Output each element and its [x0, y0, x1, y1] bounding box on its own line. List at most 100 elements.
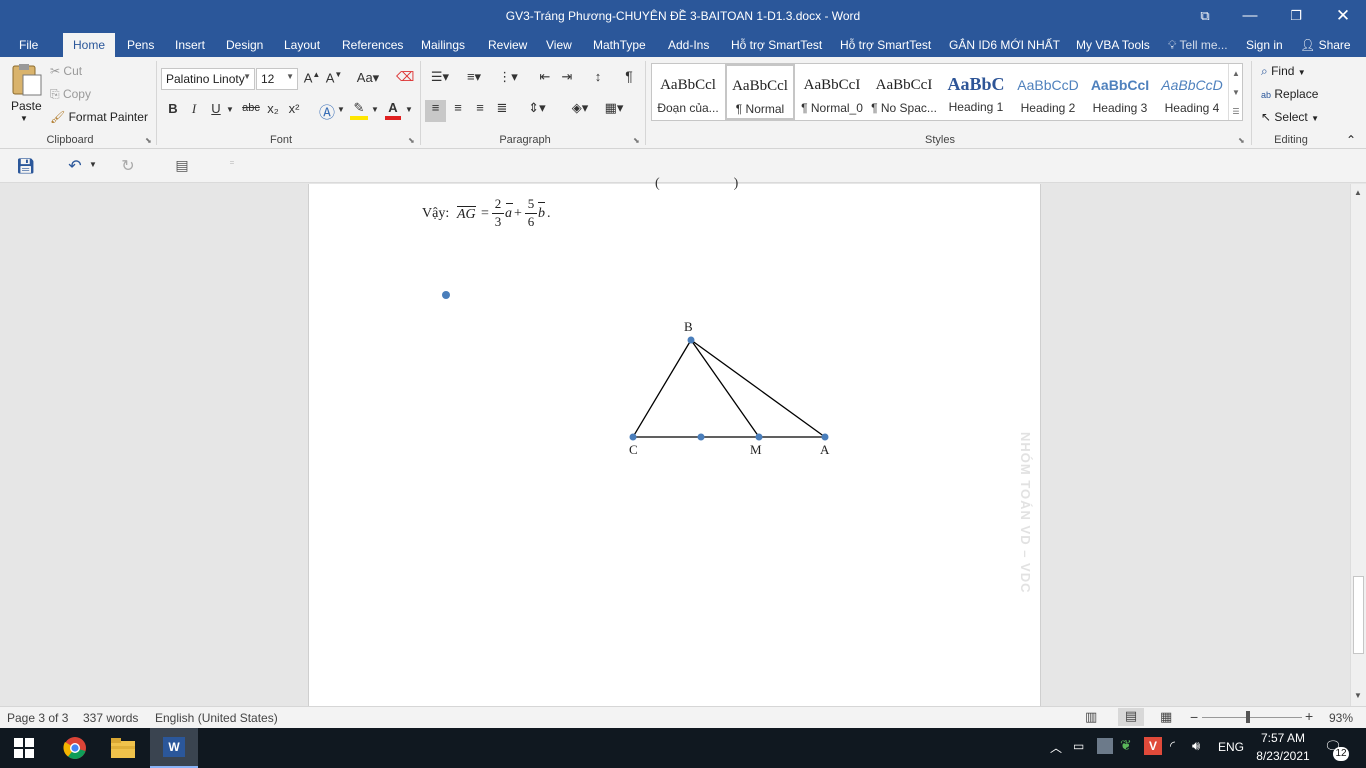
increase-indent-icon[interactable]: ⇥ [558, 69, 576, 85]
italic-button[interactable]: I [187, 101, 201, 117]
read-mode-icon[interactable]: ▤ [172, 157, 192, 174]
restore-button[interactable]: ❐ [1273, 0, 1319, 33]
style-doan-cua[interactable]: AaBbCcl Đoạn của... [653, 65, 723, 119]
align-center-icon[interactable]: ≡ [449, 100, 467, 115]
volume-icon[interactable]: 🔊︎ [1192, 738, 1200, 754]
subscript-button[interactable]: x₂ [265, 101, 281, 116]
style-heading-4[interactable]: AaBbCcD Heading 4 [1157, 65, 1227, 119]
style-heading-3[interactable]: AaBbCcI Heading 3 [1085, 65, 1155, 119]
tab-file[interactable]: File [19, 38, 38, 52]
tab-view[interactable]: View [546, 38, 572, 52]
align-left-icon[interactable]: ≡ [425, 100, 446, 122]
paste-dropdown-icon[interactable]: ▼ [20, 114, 28, 123]
scroll-up-icon[interactable]: ▲ [1354, 188, 1362, 197]
customize-qat-icon[interactable]: = [226, 158, 238, 167]
minimize-button[interactable]: — [1227, 0, 1273, 33]
zoom-slider-thumb[interactable] [1246, 711, 1251, 723]
tab-smarttest-1[interactable]: Hỗ trợ SmartTest [731, 38, 822, 52]
numbering-icon[interactable]: ≡▾ [460, 69, 488, 85]
word-taskbar-button[interactable]: W [150, 728, 198, 768]
collapse-ribbon-icon[interactable]: ⌃ [1346, 133, 1356, 147]
word-count[interactable]: 337 words [83, 711, 138, 725]
format-painter-button[interactable]: 🖌︎ Format Painter [50, 110, 148, 124]
tray-app-icon[interactable] [1097, 738, 1113, 754]
more-styles-icon[interactable]: ☰ [1229, 102, 1243, 121]
style-heading-2[interactable]: AaBbCcD Heading 2 [1013, 65, 1083, 119]
file-explorer-icon[interactable] [111, 738, 135, 758]
chevron-down-icon[interactable]: ▼ [1229, 83, 1243, 102]
battery-icon[interactable]: ▭ [1073, 739, 1084, 753]
align-right-icon[interactable]: ≡ [471, 100, 489, 115]
chevron-down-icon[interactable]: ▼ [405, 105, 413, 114]
copy-button[interactable]: ⎘ Copy [50, 87, 91, 102]
tab-mathtype[interactable]: MathType [593, 38, 646, 52]
zoom-in-icon[interactable]: + [1305, 708, 1313, 724]
bold-button[interactable]: B [166, 101, 180, 116]
zoom-level[interactable]: 93% [1329, 711, 1353, 725]
strikethrough-button[interactable]: abc [239, 102, 263, 114]
language-indicator[interactable]: English (United States) [155, 711, 278, 725]
tab-home[interactable]: Home [63, 33, 116, 58]
sort-icon[interactable]: ↕ [589, 69, 607, 84]
windows-start-icon[interactable] [14, 738, 34, 758]
sign-in-link[interactable]: Sign in [1246, 38, 1283, 52]
web-layout-icon[interactable]: ▦ [1160, 709, 1172, 725]
ribbon-display-options-icon[interactable]: ⧉ [1182, 0, 1228, 33]
highlight-icon[interactable]: ✎ [350, 100, 368, 120]
shading-icon[interactable]: ◈▾ [566, 100, 594, 116]
superscript-button[interactable]: x² [286, 101, 302, 116]
line-spacing-icon[interactable]: ⇕▾ [523, 100, 551, 116]
chevron-down-icon[interactable]: ▼ [337, 105, 345, 114]
tell-me-search[interactable]: 💡︎ Tell me... [1168, 38, 1228, 53]
undo-icon[interactable]: ↶ [64, 156, 86, 176]
chevron-down-icon[interactable]: ▼ [88, 160, 98, 169]
tab-pens[interactable]: Pens [127, 38, 154, 52]
tab-references[interactable]: References [342, 38, 403, 52]
bullets-icon[interactable]: ☰▾ [426, 69, 454, 85]
shrink-font-icon[interactable]: A▼ [325, 70, 343, 85]
tab-gan-id6[interactable]: GẮN ID6 MỚI NHẤT [949, 38, 1060, 52]
tab-layout[interactable]: Layout [284, 38, 320, 52]
paste-icon[interactable] [9, 63, 43, 97]
page-count[interactable]: Page 3 of 3 [7, 711, 68, 725]
close-button[interactable]: ✕ [1320, 0, 1366, 33]
clipboard-launcher-icon[interactable]: ⬊ [145, 136, 152, 145]
vertical-scrollbar[interactable]: ▲ ▼ [1350, 184, 1366, 706]
wifi-icon[interactable]: ◜ [1170, 738, 1175, 754]
redo-icon[interactable]: ↻ [119, 156, 137, 176]
font-name-combo[interactable]: Palatino Linoty ▼ [161, 68, 255, 90]
style-normal-0[interactable]: AaBbCcI ¶ Normal_0 [797, 65, 867, 119]
find-button[interactable]: ⌕ Find ▼ [1261, 64, 1306, 79]
style-normal[interactable]: AaBbCcl ¶ Normal [725, 64, 795, 120]
tab-my-vba-tools[interactable]: My VBA Tools [1076, 38, 1150, 52]
tray-leaf-icon[interactable]: ❦ [1120, 737, 1132, 754]
chrome-icon[interactable] [63, 736, 87, 760]
share-button[interactable]: 👤︎ Share [1300, 38, 1351, 52]
document-page[interactable]: ( ) Vậy: AG = 2 3 a + 5 6 b . B C M A NH… [308, 176, 1041, 706]
tab-review[interactable]: Review [488, 38, 527, 52]
chevron-down-icon[interactable]: ▼ [225, 105, 235, 114]
tab-mailings[interactable]: Mailings [421, 38, 465, 52]
read-mode-icon[interactable]: ▥ [1085, 709, 1097, 725]
multilevel-list-icon[interactable]: ⋮▾ [494, 69, 522, 85]
borders-icon[interactable]: ▦▾ [600, 100, 628, 116]
zoom-slider[interactable] [1202, 711, 1302, 723]
zoom-out-icon[interactable]: − [1190, 709, 1198, 725]
font-size-combo[interactable]: 12 ▼ [256, 68, 298, 90]
style-heading-1[interactable]: AaBbC Heading 1 [941, 65, 1011, 119]
print-layout-icon[interactable]: ▤ [1118, 708, 1144, 726]
save-icon[interactable]: 💾︎ [16, 157, 35, 175]
chevron-down-icon[interactable]: ▼ [371, 105, 379, 114]
font-launcher-icon[interactable]: ⬊ [408, 136, 415, 145]
tray-v-icon[interactable]: V [1144, 737, 1162, 755]
font-color-icon[interactable]: A [385, 100, 401, 120]
input-language[interactable]: ENG [1218, 740, 1244, 754]
style-no-spacing[interactable]: AaBbCcI ¶ No Spac... [869, 65, 939, 119]
chevron-up-icon[interactable]: ▲ [1229, 64, 1243, 83]
tab-design[interactable]: Design [226, 38, 263, 52]
paragraph-launcher-icon[interactable]: ⬊ [633, 136, 640, 145]
replace-button[interactable]: ab Replace [1261, 87, 1318, 101]
clock-time[interactable]: 7:57 AM [1258, 731, 1308, 745]
justify-icon[interactable]: ≣ [493, 100, 511, 116]
cut-button[interactable]: ✂ Cut [50, 64, 82, 78]
